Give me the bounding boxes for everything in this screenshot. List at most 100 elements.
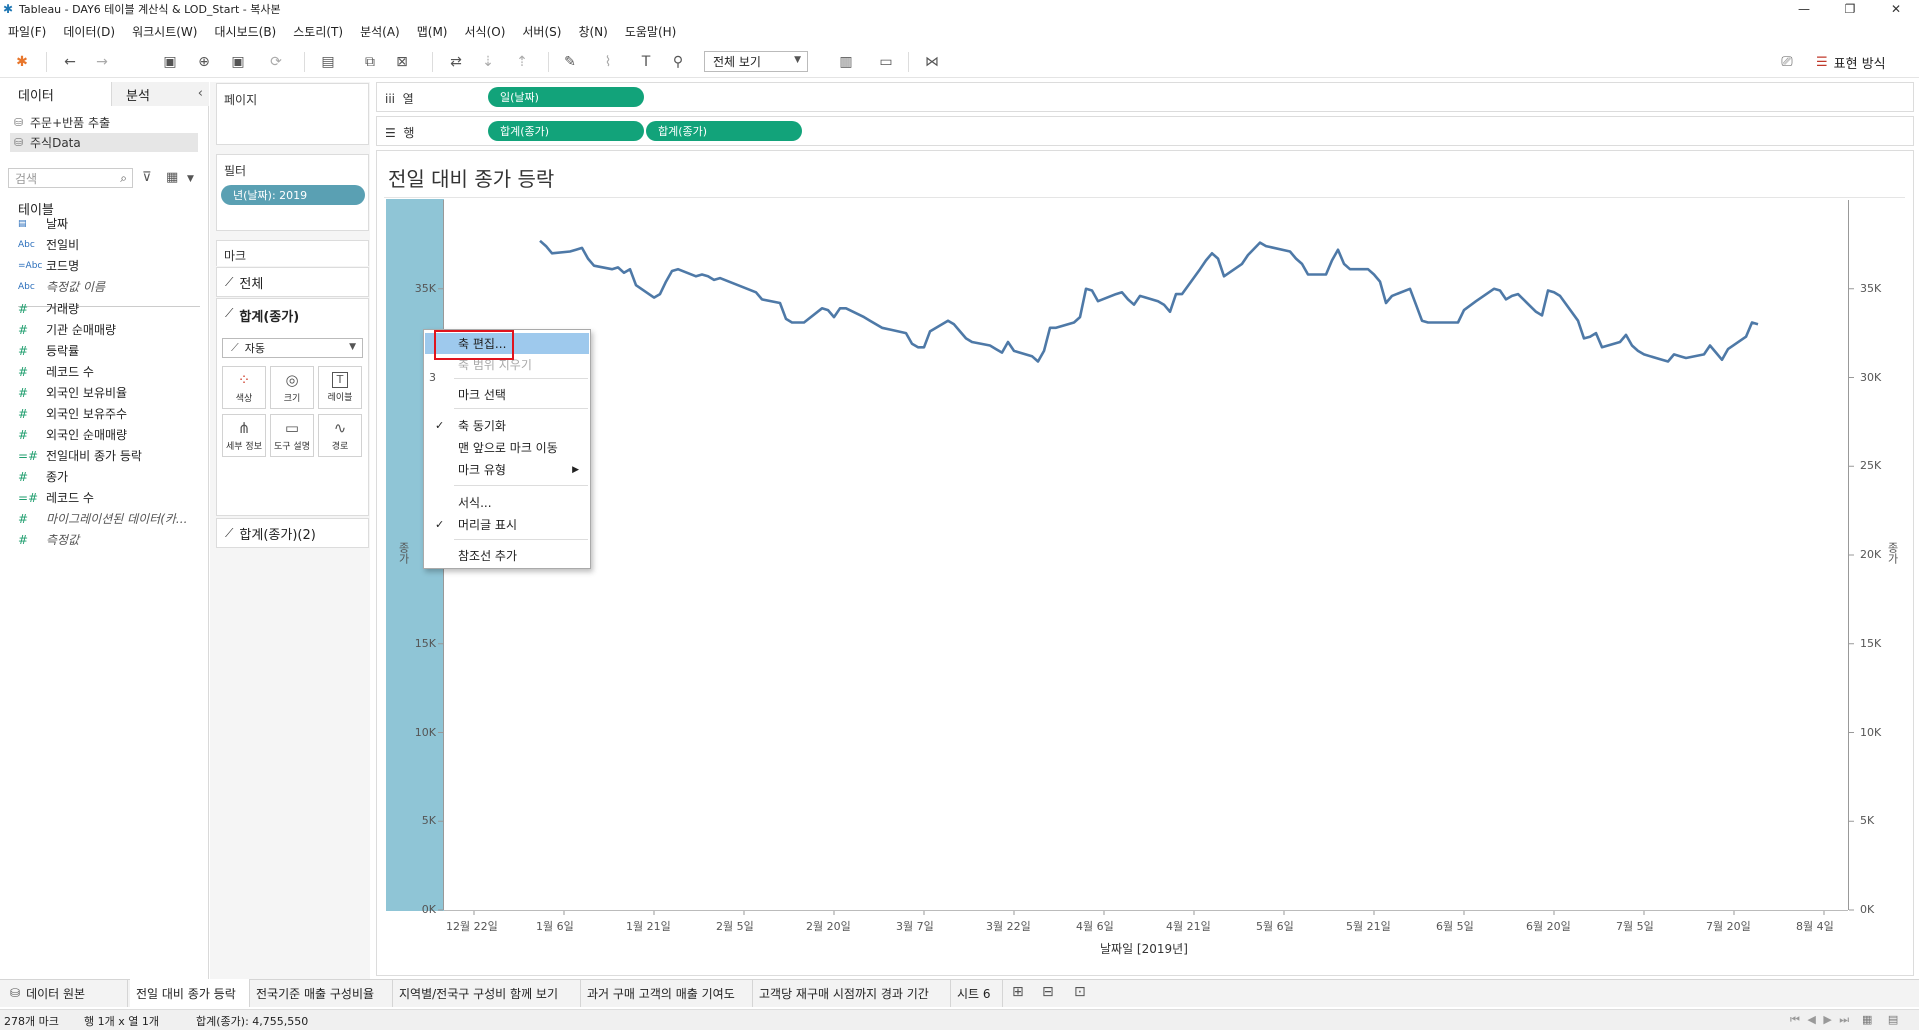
field-item[interactable]: # 측정값 (18, 531, 79, 548)
sheet-tab[interactable]: 전국기준 매출 구성비율 (250, 979, 393, 1007)
menu-help[interactable]: 도움말(H) (625, 23, 677, 40)
pause-updates-icon[interactable]: ▣ (228, 52, 248, 72)
menu-window[interactable]: 창(N) (578, 23, 607, 40)
sheet-view-icon[interactable]: ▦ ▤ (1862, 1013, 1904, 1026)
refresh-icon[interactable]: ⟳ (266, 52, 286, 72)
field-item[interactable]: # 외국인 보유비율 (18, 384, 127, 401)
maximize-button[interactable]: ❐ (1827, 0, 1873, 17)
datasource-item-selected[interactable]: ⛁ 주식Data (14, 133, 81, 151)
close-button[interactable]: ✕ (1873, 0, 1919, 17)
duplicate-sheet-icon[interactable]: ⧉ (360, 52, 380, 72)
menu-synchronize-axis[interactable]: ✓ 축 동기화 (425, 415, 589, 436)
show-me-button[interactable]: ☰ 표현 방식 (1816, 52, 1886, 72)
field-item[interactable]: # 종가 (18, 468, 68, 485)
field-item[interactable]: # 레코드 수 (18, 363, 94, 380)
marks-all-tab[interactable]: ⟋ 전체 (216, 267, 369, 297)
detail-button[interactable]: ⋔ 세부 정보 (222, 414, 266, 457)
tooltip-button[interactable]: ▭ 도구 설명 (270, 414, 314, 457)
view-data-grid-icon[interactable]: ▦ (166, 170, 178, 185)
menu-move-marks-front[interactable]: 맨 앞으로 마크 이동 (425, 437, 589, 458)
new-story-icon[interactable]: ⊡ (1074, 984, 1086, 1000)
menu-mark-type[interactable]: 마크 유형 ▶ (425, 459, 589, 480)
marks-sum2-tab[interactable]: ⟋ 합계(종가)(2) (216, 518, 369, 548)
menu-format[interactable]: 서식... (425, 492, 589, 513)
field-item[interactable]: Abc 전일비 (18, 236, 79, 253)
color-button[interactable]: ⁘ 색상 (222, 366, 266, 409)
share-icon[interactable]: ⋈ (922, 52, 942, 72)
field-item[interactable]: # 외국인 보유주수 (18, 405, 127, 422)
menu-server[interactable]: 서버(S) (522, 23, 561, 40)
field-item[interactable]: =# 전일대비 종가 등락 (18, 447, 142, 464)
menu-format[interactable]: 서식(O) (465, 23, 506, 40)
format-brush-icon[interactable]: ⎚ (1776, 52, 1798, 72)
fix-axes-icon[interactable]: ⚲ (668, 52, 688, 72)
column-pill-day[interactable]: 일(날짜) (488, 87, 644, 107)
sheet-nav-icon[interactable]: ⏮ ◀ ▶ ⏭ (1790, 1013, 1851, 1027)
field-item[interactable]: # 기관 순매매량 (18, 321, 116, 338)
field-item[interactable]: Abc 측정값 이름 (18, 278, 105, 295)
label-button[interactable]: T 레이블 (318, 366, 362, 409)
filter-pill-year[interactable]: 년(날짜): 2019 (221, 185, 365, 205)
add-datasource-icon[interactable]: ⊕ (194, 52, 214, 72)
menu-worksheet[interactable]: 워크시트(W) (132, 23, 197, 40)
group-members-icon[interactable]: ⌇ (598, 52, 618, 72)
field-item[interactable]: # 마이그레이션된 데이터(카... (18, 510, 187, 527)
new-dashboard-icon[interactable]: ⊟ (1042, 984, 1054, 1000)
chevron-down-icon[interactable]: ▼ (187, 174, 194, 184)
tab-data[interactable]: 데이터 (0, 82, 112, 106)
menu-story[interactable]: 스토리(T) (293, 23, 343, 40)
show-cards-icon[interactable]: ▥ (834, 52, 858, 72)
field-item[interactable]: ▤ 날짜 (18, 215, 68, 232)
field-label: 레코드 수 (46, 491, 94, 505)
search-input[interactable]: 검색 ⌕ (8, 168, 133, 188)
sheet-tab[interactable]: 과거 구매 고객의 매출 기여도 (581, 979, 753, 1007)
row-pill-sum-close-2[interactable]: 합계(종가) (646, 121, 802, 141)
x-tick-label: 7월 5일 (1616, 920, 1654, 933)
clear-sheet-icon[interactable]: ⊠ (392, 52, 412, 72)
fit-view-select[interactable]: 전체 보기 ▼ (704, 51, 808, 72)
pages-card[interactable]: 페이지 (216, 83, 369, 145)
field-item[interactable]: # 거래량 (18, 300, 79, 317)
tableau-icon[interactable]: ✱ (12, 52, 32, 72)
sort-descending-icon[interactable]: ⇡ (512, 52, 532, 72)
field-item[interactable]: =# 레코드 수 (18, 489, 94, 506)
swap-rows-columns-icon[interactable]: ⇄ (446, 52, 466, 72)
menu-show-header[interactable]: ✓ 머리글 표시 (425, 514, 589, 535)
sheet-tab[interactable]: 고객당 재구매 시점까지 경과 기간 (753, 979, 951, 1007)
menu-analysis[interactable]: 분석(A) (360, 23, 400, 40)
sheet-tab-active[interactable]: 전일 대비 종가 등락 (130, 979, 250, 1007)
data-source-tab[interactable]: ⛁ 데이터 원본 (0, 979, 128, 1007)
show-mark-labels-icon[interactable]: T (636, 52, 656, 72)
collapse-pane-icon[interactable]: ‹ (198, 86, 203, 101)
datasource-item[interactable]: ⛁ 주문+반품 추출 (14, 113, 110, 131)
menu-file[interactable]: 파일(F) (8, 23, 46, 40)
tableau-logo-icon: ✱ (3, 1, 14, 16)
x-axis-label: 날짜일 [2019년] (1100, 942, 1188, 956)
minimize-button[interactable]: — (1781, 0, 1827, 17)
menu-data[interactable]: 데이터(D) (63, 23, 115, 40)
view-title: 전일 대비 종가 등락 (388, 167, 555, 191)
undo-icon[interactable]: ← (60, 52, 80, 72)
field-item[interactable]: # 등락률 (18, 342, 79, 359)
size-button[interactable]: ◎ 크기 (270, 366, 314, 409)
sheet-tab[interactable]: 시트 6 (951, 979, 1003, 1007)
field-item[interactable]: # 외국인 순매매량 (18, 426, 127, 443)
save-icon[interactable]: ▣ (160, 52, 180, 72)
redo-icon[interactable]: → (92, 52, 112, 72)
new-worksheet-icon[interactable]: ▤ (318, 52, 338, 72)
mark-type-select[interactable]: ⟋ 자동 ▼ (222, 338, 363, 358)
tab-analysis[interactable]: 분석 (112, 82, 209, 106)
menu-map[interactable]: 맵(M) (417, 23, 448, 40)
row-pill-sum-close[interactable]: 합계(종가) (488, 121, 644, 141)
highlight-icon[interactable]: ✎ (560, 52, 580, 72)
presentation-mode-icon[interactable]: ▭ (876, 52, 896, 72)
sheet-tab[interactable]: 지역별/전국구 구성비 함께 보기 (393, 979, 581, 1007)
field-item[interactable]: =Abc 코드명 (18, 257, 79, 274)
new-worksheet-icon[interactable]: ⊞ (1012, 984, 1024, 1000)
filter-fields-icon[interactable]: ⊽ (142, 170, 152, 185)
menu-select-marks[interactable]: 마크 선택 (425, 384, 589, 405)
sort-ascending-icon[interactable]: ⇣ (478, 52, 498, 72)
menu-add-reference-line[interactable]: 참조선 추가 (425, 545, 589, 566)
menu-dashboard[interactable]: 대시보드(B) (214, 23, 276, 40)
path-button[interactable]: ∿ 경로 (318, 414, 362, 457)
